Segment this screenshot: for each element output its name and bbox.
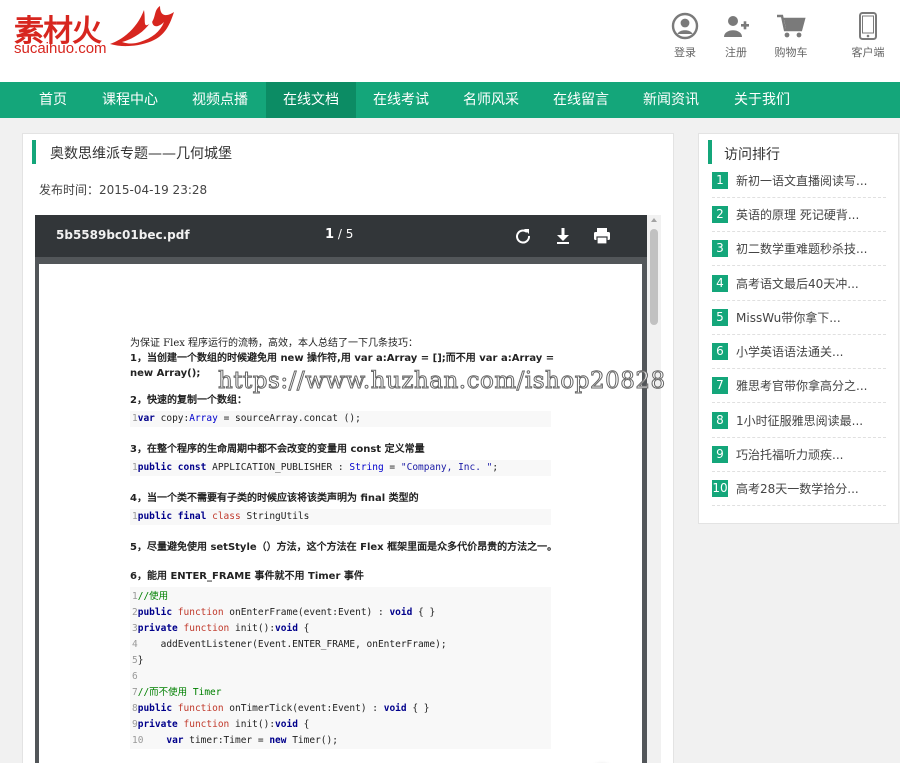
nav-item-home[interactable]: 首页: [23, 82, 83, 118]
doc-intro: 为保证 Flex 程序运行的流畅，高效，本人总结了一下几条技巧：: [130, 338, 419, 349]
pdf-scroll-thumb[interactable]: [650, 229, 658, 325]
watermark-text: https://www.huzhan.com/ishop20828: [218, 368, 666, 395]
publish-time: 发布时间：2015-04-19 23:28: [39, 183, 208, 197]
user-plus-icon: [724, 16, 749, 37]
rank-title[interactable]: 巧治托福听力顽疾...: [736, 446, 843, 463]
pdf-filename: 5b5589bc01bec.pdf: [56, 228, 190, 242]
nav-item-exams[interactable]: 在线考试: [361, 82, 441, 118]
rank-title[interactable]: 1小时征服雅思阅读最...: [736, 412, 863, 429]
flame-icon: [110, 6, 174, 47]
doc-code-3: 1public const APPLICATION_PUBLISHER : St…: [130, 460, 551, 476]
rank-number: 9: [712, 446, 728, 463]
ranking-item[interactable]: 5 MissWu带你拿下...: [712, 301, 886, 335]
ranking-item[interactable]: 8 1小时征服雅思阅读最...: [712, 404, 886, 438]
nav-item-documents[interactable]: 在线文档: [266, 82, 356, 118]
login-link[interactable]: 登录: [661, 12, 709, 60]
cart-link[interactable]: 购物车: [767, 12, 815, 60]
ranking-item[interactable]: 10 高考28天一数学拾分...: [712, 472, 886, 506]
rank-number: 2: [712, 206, 728, 223]
rank-number: 8: [712, 412, 728, 429]
article-panel: 奥数思维派专题——几何城堡 发布时间：2015-04-19 23:28 5b55…: [22, 133, 674, 763]
article-title: 奥数思维派专题——几何城堡: [50, 146, 232, 162]
nav-item-about[interactable]: 关于我们: [722, 82, 802, 118]
nav-item-news[interactable]: 新闻资讯: [631, 82, 711, 118]
doc-tip-6: 6，能用 ENTER_FRAME 事件就不用 Timer 事件: [130, 571, 364, 582]
rotate-icon[interactable]: [513, 226, 533, 246]
nav-item-messages[interactable]: 在线留言: [541, 82, 621, 118]
ranking-panel: 访问排行 1 新初一语文直播阅读写... 2 英语的原理 死记硬背... 3 初…: [698, 133, 899, 524]
rank-number: 4: [712, 275, 728, 292]
user-circle-icon: [671, 12, 699, 40]
doc-tip-3: 3，在整个程序的生命周期中都不会改变的变量用 const 定义常量: [130, 444, 425, 455]
scroll-up-arrow-icon[interactable]: [651, 218, 657, 222]
rank-title[interactable]: 雅思考官带你拿高分之...: [736, 377, 867, 394]
rank-title[interactable]: 小学英语语法通关...: [736, 343, 843, 360]
client-label: 客户端: [851, 46, 885, 59]
cart-icon: [777, 14, 806, 38]
ranking-item[interactable]: 1 新初一语文直播阅读写...: [712, 164, 886, 198]
print-icon[interactable]: [592, 226, 612, 246]
pdf-toolbar: 5b5589bc01bec.pdf 1 / 5: [35, 215, 647, 257]
pdf-current-page: 1: [325, 227, 335, 242]
pdf-page-indicator: 1 / 5: [325, 227, 353, 242]
login-label: 登录: [674, 46, 696, 59]
download-icon[interactable]: [553, 226, 573, 246]
rank-title[interactable]: MissWu带你拿下...: [736, 309, 841, 326]
ranking-item[interactable]: 2 英语的原理 死记硬背...: [712, 198, 886, 232]
doc-tip-5: 5，尽量避免使用 setStyle（）方法，这个方法在 Flex 框架里面是众多…: [130, 542, 558, 553]
phone-icon: [859, 12, 877, 40]
rank-title[interactable]: 高考语文最后40天冲...: [736, 275, 859, 292]
pdf-total-pages: 5: [345, 227, 354, 241]
pdf-viewer[interactable]: 5b5589bc01bec.pdf 1 / 5 为保证 Flex 程序运行的流畅…: [35, 215, 661, 763]
rank-title[interactable]: 新初一语文直播阅读写...: [736, 172, 867, 189]
ranking-item[interactable]: 6 小学英语语法通关...: [712, 335, 886, 369]
rank-number: 3: [712, 240, 728, 257]
site-logo[interactable]: 素材火 sucaihuo.com: [12, 4, 182, 60]
rank-title[interactable]: 初二数学重难题秒杀技...: [736, 240, 867, 257]
nav-item-teachers[interactable]: 名师风采: [451, 82, 531, 118]
register-link[interactable]: 注册: [712, 12, 760, 60]
ranking-title: 访问排行: [724, 147, 780, 163]
ranking-item[interactable]: 9 巧治托福听力顽疾...: [712, 438, 886, 472]
rank-title[interactable]: 英语的原理 死记硬背...: [736, 206, 859, 223]
rank-number: 5: [712, 309, 728, 326]
title-bar: 奥数思维派专题——几何城堡: [32, 140, 232, 164]
ranking-item[interactable]: 4 高考语文最后40天冲...: [712, 267, 886, 301]
rank-number: 7: [712, 377, 728, 394]
site-header: 素材火 sucaihuo.com 登录 注册 购物车 客户端: [0, 0, 900, 82]
pdf-scrollbar[interactable]: [647, 215, 661, 763]
rank-title[interactable]: 高考28天一数学拾分...: [736, 480, 859, 497]
main-nav: 首页 课程中心 视频点播 在线文档 在线考试 名师风采 在线留言 新闻资讯 关于…: [0, 82, 900, 118]
client-link[interactable]: 客户端: [844, 12, 892, 60]
doc-code-2: 1var copy:Array = sourceArray.concat ();: [130, 411, 551, 427]
rank-number: 10: [712, 480, 728, 497]
nav-item-courses[interactable]: 课程中心: [90, 82, 170, 118]
doc-code-4: 1public final class StringUtils: [130, 509, 551, 525]
nav-item-videos[interactable]: 视频点播: [180, 82, 260, 118]
logo-domain: sucaihuo.com: [14, 40, 107, 57]
doc-code-6: 1//使用 2public function onEnterFrame(even…: [130, 587, 551, 749]
doc-tip-2: 2，快速的复制一个数组：: [130, 395, 247, 406]
pdf-page-separator: /: [334, 227, 346, 241]
pdf-content: 为保证 Flex 程序运行的流畅，高效，本人总结了一下几条技巧： 1，当创建一个…: [130, 336, 560, 749]
ranking-title-bar: 访问排行: [708, 140, 780, 164]
pdf-page: 为保证 Flex 程序运行的流畅，高效，本人总结了一下几条技巧： 1，当创建一个…: [39, 264, 642, 763]
cart-label: 购物车: [774, 46, 808, 59]
doc-tip-4: 4，当一个类不需要有子类的时候应该将该类声明为 final 类型的: [130, 493, 419, 504]
register-label: 注册: [725, 46, 747, 59]
ranking-item[interactable]: 3 初二数学重难题秒杀技...: [712, 232, 886, 266]
rank-number: 1: [712, 172, 728, 189]
rank-number: 6: [712, 343, 728, 360]
ranking-item[interactable]: 7 雅思考官带你拿高分之...: [712, 369, 886, 403]
